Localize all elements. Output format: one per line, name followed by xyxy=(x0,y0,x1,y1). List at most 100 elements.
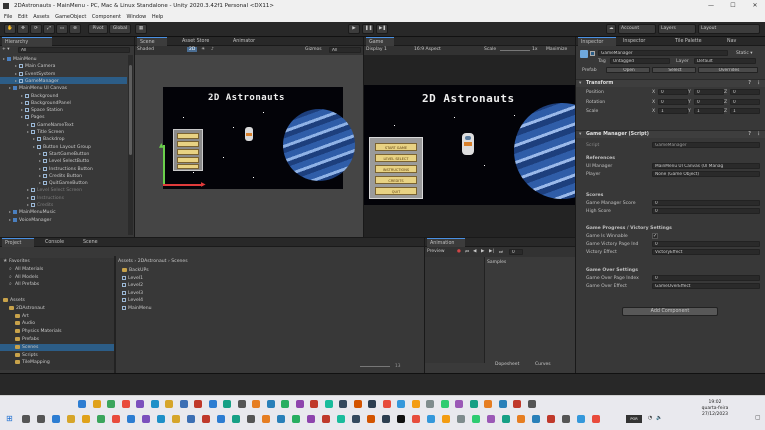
project-tree-item[interactable]: TileMapping xyxy=(0,359,114,366)
high-score-field[interactable]: 0 xyxy=(652,208,760,214)
layout-dropdown[interactable]: Layout xyxy=(698,24,760,34)
global-toggle[interactable]: Global xyxy=(109,24,131,34)
tab-hierarchy[interactable]: Hierarchy xyxy=(2,37,52,46)
pinned-app-icon[interactable] xyxy=(440,400,449,408)
taskbar-app-icon[interactable] xyxy=(427,415,435,423)
tab-scene-2[interactable]: Scene xyxy=(80,238,112,247)
taskbar-app-icon[interactable] xyxy=(457,415,465,423)
hierarchy-row[interactable]: ▸ Main Camera xyxy=(0,62,127,69)
prefab-select-button[interactable]: Select xyxy=(652,67,696,73)
taskbar-app-icon[interactable] xyxy=(37,415,45,423)
first-frame-icon[interactable]: ⏮ xyxy=(465,249,469,255)
pinned-app-icon[interactable] xyxy=(237,400,246,408)
record-icon[interactable]: ● xyxy=(457,249,461,254)
hierarchy-scene-row[interactable]: ▸ MainMenu xyxy=(0,55,127,62)
game-over-effect-field[interactable]: GameOverEffect xyxy=(652,283,760,289)
speaker-icon[interactable]: 🔈 xyxy=(656,415,662,421)
breadcrumb-assets[interactable]: Assets xyxy=(118,259,133,264)
taskbar-clock[interactable]: 19:02 quarta-feira 27/12/2023 xyxy=(680,400,750,418)
hierarchy-row[interactable]: ▸ Instructions Button xyxy=(0,165,127,172)
pinned-app-icon[interactable] xyxy=(107,400,115,408)
taskbar-app-icon[interactable] xyxy=(562,415,570,423)
play-button[interactable]: ▶ xyxy=(348,24,360,34)
hierarchy-row[interactable]: ▸ Backdrop xyxy=(0,135,127,142)
tag-dropdown[interactable]: Untagged xyxy=(610,58,670,64)
step-button[interactable]: ▶❚ xyxy=(376,24,388,34)
taskbar-app-icon[interactable] xyxy=(262,415,270,423)
pinned-app-icon[interactable] xyxy=(223,400,231,408)
taskbar-app-icon[interactable] xyxy=(82,415,90,423)
frame-field[interactable]: 0 xyxy=(509,249,523,255)
pinned-app-icon[interactable] xyxy=(339,400,347,408)
scene-viewport-canvas[interactable]: 2D Astronauts xyxy=(163,87,355,189)
hierarchy-row[interactable]: ▸ Credits xyxy=(0,201,127,208)
pinned-app-icon[interactable] xyxy=(165,400,173,408)
prefab-open-button[interactable]: Open xyxy=(606,67,650,73)
taskbar-app-icon[interactable] xyxy=(577,415,585,423)
taskbar-app-icon[interactable] xyxy=(502,415,510,423)
transform-scale-z-field[interactable]: 1 xyxy=(730,108,760,114)
taskbar-app-icon[interactable] xyxy=(52,415,60,423)
pinned-app-icon[interactable] xyxy=(469,400,478,408)
hierarchy-row[interactable]: ▸ VoiceManager xyxy=(0,216,127,223)
taskbar-app-icon[interactable] xyxy=(367,415,375,423)
pinned-app-icon[interactable] xyxy=(179,400,188,408)
hierarchy-row[interactable]: ▸ Background xyxy=(0,92,127,99)
victory-effect-field[interactable]: VictoryEffect xyxy=(652,249,760,255)
scale-slider[interactable] xyxy=(500,50,530,51)
credits-button[interactable]: CREDITS xyxy=(375,176,417,184)
hierarchy-row[interactable]: ▸ EventSystem xyxy=(0,70,127,77)
rect-tool-icon[interactable]: ▭ xyxy=(56,24,68,34)
project-file-item[interactable]: Level3 xyxy=(118,290,418,297)
hierarchy-row[interactable]: ▸ Instructions xyxy=(0,194,127,201)
tab-tile-palette[interactable]: Tile Palette xyxy=(672,37,712,46)
taskbar-app-icon[interactable] xyxy=(322,415,330,423)
hierarchy-row[interactable]: ▸ Level SelectButto xyxy=(0,157,127,164)
pinned-app-icon[interactable] xyxy=(382,400,391,408)
layers-dropdown[interactable]: Layers xyxy=(658,24,696,34)
maximize-button[interactable]: ☐ xyxy=(722,0,744,12)
project-tree-item[interactable]: 2DAstronaut xyxy=(0,305,114,312)
tab-animator[interactable]: Animator xyxy=(230,37,270,46)
prefab-overrides-dropdown[interactable]: Overrides xyxy=(698,67,758,73)
2d-toggle[interactable]: 2D xyxy=(187,47,198,52)
taskbar-app-icon[interactable] xyxy=(142,415,150,423)
taskbar-app-icon[interactable] xyxy=(592,415,600,423)
hierarchy-scrollbar[interactable] xyxy=(128,55,133,235)
maximize-on-play-toggle[interactable]: Maximize xyxy=(546,47,567,52)
transform-rotation-z-field[interactable]: 0 xyxy=(730,98,760,105)
pinned-app-icon[interactable] xyxy=(498,400,507,408)
menu-gameobject[interactable]: GameObject xyxy=(55,12,86,22)
pinned-app-icon[interactable] xyxy=(252,400,260,408)
tab-asset-store[interactable]: Asset Store xyxy=(179,37,219,46)
scale-tool-icon[interactable]: ⤢ xyxy=(43,24,55,34)
pause-button[interactable]: ❚❚ xyxy=(362,24,374,34)
taskbar-app-icon[interactable] xyxy=(277,415,285,423)
menu-file[interactable]: File xyxy=(4,12,12,22)
project-tree-item[interactable]: Art xyxy=(0,313,114,320)
project-tree-item[interactable]: Audio xyxy=(0,320,114,327)
scene-search-input[interactable]: All xyxy=(329,47,361,53)
taskbar-app-icon[interactable] xyxy=(97,415,105,423)
hierarchy-row[interactable]: ▸ Pages xyxy=(0,113,127,120)
project-tree-item[interactable]: ★ Favorites xyxy=(0,258,114,265)
pinned-app-icon[interactable] xyxy=(194,400,202,408)
light-toggle-icon[interactable]: ☀ xyxy=(201,47,205,52)
game-view-canvas[interactable]: 2D Astronauts START GAME LEVEL SELECT IN… xyxy=(364,85,575,205)
transform-header[interactable]: ▾ Transform ? ⋮ xyxy=(576,79,765,87)
add-component-button[interactable]: Add Component xyxy=(622,307,718,316)
script-menu-icon[interactable]: ⋮ xyxy=(756,131,761,139)
taskbar-app-icon[interactable] xyxy=(532,415,540,423)
pinned-app-icon[interactable] xyxy=(150,400,159,408)
project-splitter[interactable] xyxy=(114,256,116,373)
transform-foldout-icon[interactable]: ▾ xyxy=(579,80,581,88)
pinned-app-icon[interactable] xyxy=(121,400,130,408)
pinned-app-icon[interactable] xyxy=(136,400,144,408)
shading-mode-dropdown[interactable]: Shaded xyxy=(137,47,154,52)
level-select-button[interactable]: LEVEL SELECT xyxy=(375,154,417,162)
hierarchy-row[interactable]: ▸ StartGameButton xyxy=(0,150,127,157)
taskbar-app-icon[interactable] xyxy=(487,415,495,423)
taskbar-app-icon[interactable] xyxy=(202,415,210,423)
menu-assets[interactable]: Assets xyxy=(33,12,49,22)
project-tree-item[interactable]: Prefabs xyxy=(0,336,114,343)
